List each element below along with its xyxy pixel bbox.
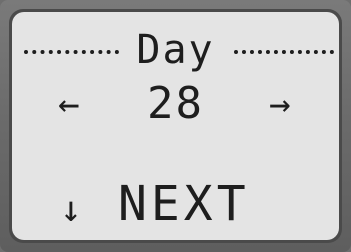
lcd-screen: Day ← 28 → ↓ NEXT: [12, 12, 339, 240]
screen-title: Day: [136, 27, 215, 73]
arrow-down-icon[interactable]: ↓: [60, 192, 84, 228]
title-dash-right: [234, 50, 334, 54]
title-dash-left: [24, 50, 119, 54]
arrow-right-icon[interactable]: →: [269, 87, 293, 123]
device-bezel: Day ← 28 → ↓ NEXT: [0, 0, 351, 252]
arrow-left-icon[interactable]: ←: [58, 87, 82, 123]
lcd-frame: Day ← 28 → ↓ NEXT: [9, 9, 342, 243]
next-label[interactable]: NEXT: [118, 180, 250, 228]
day-value: 28: [147, 78, 204, 129]
